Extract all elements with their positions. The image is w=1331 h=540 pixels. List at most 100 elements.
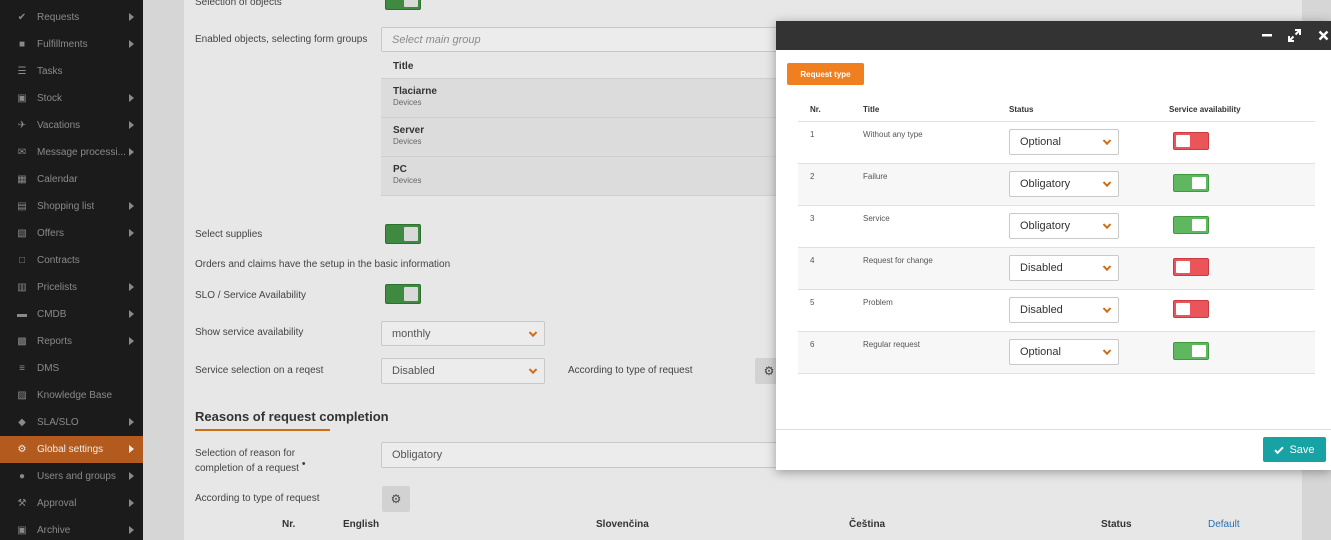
toggle-knob bbox=[1176, 135, 1190, 147]
sidebar-item-approval[interactable]: ⚒ Approval bbox=[0, 490, 143, 517]
availability-toggle[interactable] bbox=[1173, 216, 1209, 234]
gavel-icon: ◆ bbox=[18, 417, 26, 428]
sidebar-item-requests[interactable]: ✔ Requests bbox=[0, 4, 143, 31]
modal-titlebar bbox=[776, 21, 1331, 50]
sidebar-item-users-and-groups[interactable]: ● Users and groups bbox=[0, 463, 143, 490]
availability-toggle[interactable] bbox=[1173, 342, 1209, 360]
gavel-icon: ⚒ bbox=[17, 498, 27, 509]
book-icon: ▨ bbox=[17, 390, 27, 401]
toggle-knob bbox=[1192, 219, 1206, 231]
row-title: Request for change bbox=[863, 256, 933, 265]
table-row[interactable]: Tlaciarne Devices bbox=[381, 79, 776, 118]
sidebar: ✔ Requests ■ Fulfillments ☰ Tasks ▣ Stock ✈ Vacat… bbox=[0, 0, 143, 540]
service-selection-select[interactable]: Disabled bbox=[381, 358, 545, 384]
sidebar-item-shopping-list[interactable]: ▤ Shopping list bbox=[0, 193, 143, 220]
toggle-knob bbox=[1176, 303, 1190, 315]
folder-icon: ▬ bbox=[17, 309, 27, 320]
chevron-down-icon bbox=[1102, 178, 1112, 188]
table-row: 5 Problem Disabled bbox=[798, 290, 1315, 332]
status-value: Obligatory bbox=[1020, 178, 1071, 190]
sidebar-item-label: Knowledge Base bbox=[37, 390, 113, 401]
sidebar-item-offers[interactable]: ▧ Offers bbox=[0, 220, 143, 247]
chevron-down-icon bbox=[528, 328, 538, 337]
status-select[interactable]: Disabled bbox=[1009, 255, 1119, 281]
database-icon: ≡ bbox=[19, 363, 25, 374]
cart-icon: ▤ bbox=[17, 201, 27, 212]
column-header-english: English bbox=[343, 519, 380, 530]
sidebar-item-stock[interactable]: ▣ Stock bbox=[0, 85, 143, 112]
status-select[interactable]: Obligatory bbox=[1009, 171, 1119, 197]
sidebar-item-global-settings[interactable]: ⚙ Global settings bbox=[0, 436, 143, 463]
calendar-icon: ▦ bbox=[17, 174, 27, 185]
orders-note: Orders and claims have the setup in the … bbox=[195, 259, 451, 270]
maximize-icon[interactable] bbox=[1286, 27, 1302, 43]
sidebar-item-knowledge-base[interactable]: ▨ Knowledge Base bbox=[0, 382, 143, 409]
save-label: Save bbox=[1289, 443, 1315, 456]
selection-of-objects-toggle[interactable] bbox=[385, 0, 421, 10]
slo-label: SLO / Service Availability bbox=[195, 290, 306, 301]
chevron-right-icon bbox=[129, 472, 134, 480]
according-type-label-2: According to type of request bbox=[195, 493, 320, 504]
sidebar-item-label: Approval bbox=[37, 498, 77, 509]
reason-type-settings-button[interactable]: ⚙ bbox=[382, 486, 410, 512]
status-select[interactable]: Disabled bbox=[1009, 297, 1119, 323]
chevron-right-icon bbox=[129, 13, 134, 21]
sidebar-item-calendar[interactable]: ▦ Calendar bbox=[0, 166, 143, 193]
minimize-icon[interactable] bbox=[1259, 27, 1275, 43]
sidebar-item-dms[interactable]: ≡ DMS bbox=[0, 355, 143, 382]
status-select[interactable]: Optional bbox=[1009, 129, 1119, 155]
availability-toggle[interactable] bbox=[1173, 300, 1209, 318]
save-button[interactable]: Save bbox=[1263, 437, 1326, 462]
sidebar-item-pricelists[interactable]: ▥ Pricelists bbox=[0, 274, 143, 301]
toggle-knob bbox=[1192, 177, 1206, 189]
show-availability-select[interactable]: monthly bbox=[381, 321, 545, 346]
row-number: 5 bbox=[810, 298, 815, 307]
reports-icon: ▩ bbox=[17, 336, 27, 347]
slo-toggle[interactable] bbox=[385, 284, 421, 304]
enabled-objects-label: Enabled objects, selecting form groups bbox=[195, 34, 368, 45]
status-select[interactable]: Obligatory bbox=[1009, 213, 1119, 239]
row-number: 3 bbox=[810, 214, 815, 223]
sidebar-item-fulfillments[interactable]: ■ Fulfillments bbox=[0, 31, 143, 58]
reason-selection-select[interactable]: Obligatory bbox=[381, 442, 781, 468]
reason-selection-text: Selection of reason for completion of a … bbox=[195, 448, 299, 474]
close-icon[interactable] bbox=[1315, 27, 1331, 43]
availability-toggle[interactable] bbox=[1173, 174, 1209, 192]
sidebar-item-vacations[interactable]: ✈ Vacations bbox=[0, 112, 143, 139]
footer-divider bbox=[776, 429, 1331, 430]
reason-selection-label: Selection of reason for completion of a … bbox=[195, 447, 325, 476]
sidebar-item-label: Offers bbox=[37, 228, 65, 239]
table-row[interactable]: PC Devices bbox=[381, 157, 776, 196]
sidebar-item-label: Users and groups bbox=[37, 471, 116, 482]
request-type-modal: Request type Nr. Title Status Service av… bbox=[776, 21, 1331, 470]
status-select[interactable]: Optional bbox=[1009, 339, 1119, 365]
table-row: 4 Request for change Disabled bbox=[798, 248, 1315, 290]
chevron-down-icon bbox=[1102, 262, 1112, 272]
chevron-down-icon bbox=[1102, 346, 1112, 356]
show-availability-label: Show service availability bbox=[195, 327, 304, 338]
main-group-select[interactable]: Select main group bbox=[381, 27, 781, 52]
availability-toggle[interactable] bbox=[1173, 258, 1209, 276]
sidebar-item-reports[interactable]: ▩ Reports bbox=[0, 328, 143, 355]
select-supplies-toggle[interactable] bbox=[385, 224, 421, 244]
table-row[interactable]: Server Devices bbox=[381, 118, 776, 157]
sidebar-item-cmdb[interactable]: ▬ CMDB bbox=[0, 301, 143, 328]
sidebar-item-contracts[interactable]: □ Contracts bbox=[0, 247, 143, 274]
plane-icon: ✈ bbox=[17, 120, 27, 131]
sidebar-item-sla-slo[interactable]: ◆ SLA/SLO bbox=[0, 409, 143, 436]
sidebar-item-label: Archive bbox=[37, 525, 71, 536]
column-header-default[interactable]: Default bbox=[1208, 519, 1240, 530]
sidebar-item-archive[interactable]: ▣ Archive bbox=[0, 517, 143, 540]
chevron-right-icon bbox=[129, 310, 134, 318]
sidebar-item-tasks[interactable]: ☰ Tasks bbox=[0, 58, 143, 85]
chevron-down-icon bbox=[528, 365, 538, 375]
sidebar-item-message-processi[interactable]: ✉ Message processi... bbox=[0, 139, 143, 166]
selection-of-objects-label: Selection of objects bbox=[195, 0, 282, 8]
table-row: 1 Without any type Optional bbox=[798, 122, 1315, 164]
request-type-tab[interactable]: Request type bbox=[787, 63, 864, 85]
row-title: Regular request bbox=[863, 340, 920, 349]
chevron-right-icon bbox=[129, 499, 134, 507]
chevron-right-icon bbox=[129, 229, 134, 237]
availability-toggle[interactable] bbox=[1173, 132, 1209, 150]
check-icon bbox=[1274, 446, 1285, 454]
